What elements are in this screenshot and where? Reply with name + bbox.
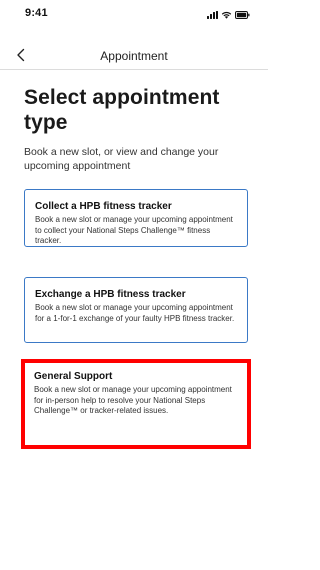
battery-icon bbox=[235, 11, 250, 19]
appointment-screen: 9:41 Appointment Select appointment type… bbox=[0, 0, 268, 570]
option-card-exchange-tracker[interactable]: Exchange a HPB fitness tracker Book a ne… bbox=[24, 277, 248, 343]
wifi-icon bbox=[221, 11, 232, 19]
signal-icon bbox=[207, 11, 218, 19]
option-title: General Support bbox=[34, 371, 113, 382]
status-time: 9:41 bbox=[25, 7, 48, 19]
status-icons bbox=[207, 10, 250, 19]
option-description: Book a new slot or manage your upcoming … bbox=[35, 303, 235, 323]
page-subtitle: Book a new slot, or view and change your… bbox=[24, 146, 219, 172]
option-description: Book a new slot or manage your upcoming … bbox=[34, 385, 232, 415]
option-title: Collect a HPB fitness tracker bbox=[35, 201, 172, 212]
page-title: Select appointment type bbox=[24, 86, 220, 134]
option-card-general-support[interactable]: General Support Book a new slot or manag… bbox=[21, 359, 251, 449]
option-card-collect-tracker[interactable]: Collect a HPB fitness tracker Book a new… bbox=[24, 189, 248, 247]
page-header: Select appointment type Book a new slot,… bbox=[24, 85, 250, 173]
option-title: Exchange a HPB fitness tracker bbox=[35, 289, 186, 300]
status-bar: 9:41 bbox=[0, 0, 268, 28]
navigation-bar: Appointment bbox=[0, 40, 268, 70]
nav-title: Appointment bbox=[100, 49, 168, 63]
option-description: Book a new slot or manage your upcoming … bbox=[35, 215, 233, 245]
